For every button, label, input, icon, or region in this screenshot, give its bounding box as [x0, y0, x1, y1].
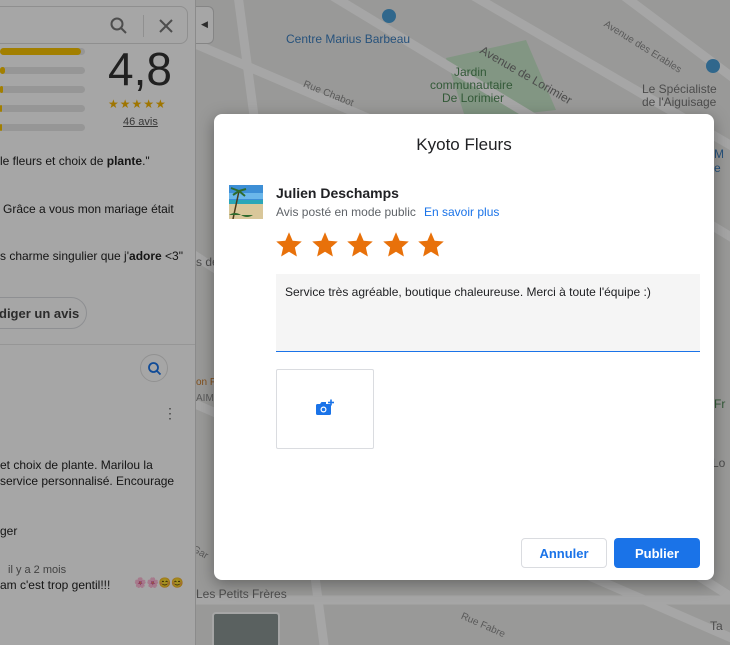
star-icon[interactable] — [310, 230, 340, 260]
write-review-dialog: Kyoto Fleurs Julien Deschamps Avis posté… — [214, 114, 714, 580]
avatar — [229, 185, 263, 219]
beach-avatar-image — [229, 185, 263, 219]
dialog-title: Kyoto Fleurs — [416, 135, 512, 154]
star-icon[interactable] — [381, 230, 411, 260]
add-photo-button[interactable] — [276, 369, 374, 449]
add-photo-icon — [316, 399, 334, 415]
learn-more-link[interactable]: En savoir plus — [424, 205, 499, 219]
review-textarea[interactable]: Service très agréable, boutique chaleure… — [276, 274, 700, 352]
cancel-button[interactable]: Annuler — [521, 538, 607, 568]
post-visibility: Avis posté en mode public — [276, 205, 416, 219]
star-icon[interactable] — [416, 230, 446, 260]
publish-button[interactable]: Publier — [614, 538, 700, 568]
star-icon[interactable] — [345, 230, 375, 260]
star-icon[interactable] — [274, 230, 304, 260]
user-name: Julien Deschamps — [276, 185, 399, 201]
